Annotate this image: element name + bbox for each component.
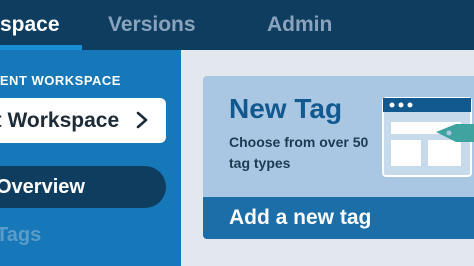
tag-illustration-icon (382, 97, 474, 177)
sidebar: RENT WORKSPACE ult Workspace Overview Ta… (0, 50, 181, 266)
tab-workspace-label: space (0, 13, 60, 36)
current-workspace-label: RENT WORKSPACE (0, 73, 121, 88)
sidebar-item-overview[interactable]: Overview (0, 166, 166, 208)
sidebar-item-overview-label: Overview (0, 176, 85, 198)
add-new-tag-label: Add a new tag (229, 206, 372, 229)
new-tag-card[interactable]: New Tag Choose from over 50 tag types Ad… (203, 76, 474, 239)
add-new-tag-button[interactable]: Add a new tag (203, 197, 474, 239)
workspace-selector-value: ult Workspace (0, 109, 120, 132)
tab-workspace[interactable]: space (0, 0, 82, 50)
card-title: New Tag (229, 93, 343, 124)
top-navigation: space Versions Admin (0, 0, 474, 50)
tab-versions[interactable]: Versions (108, 0, 196, 50)
workspace-selector[interactable]: ult Workspace (0, 98, 166, 143)
tab-admin[interactable]: Admin (267, 0, 332, 50)
sidebar-item-tags[interactable]: Tags (0, 220, 41, 250)
chevron-right-icon (136, 111, 148, 129)
card-description: Choose from over 50 tag types (229, 134, 369, 171)
